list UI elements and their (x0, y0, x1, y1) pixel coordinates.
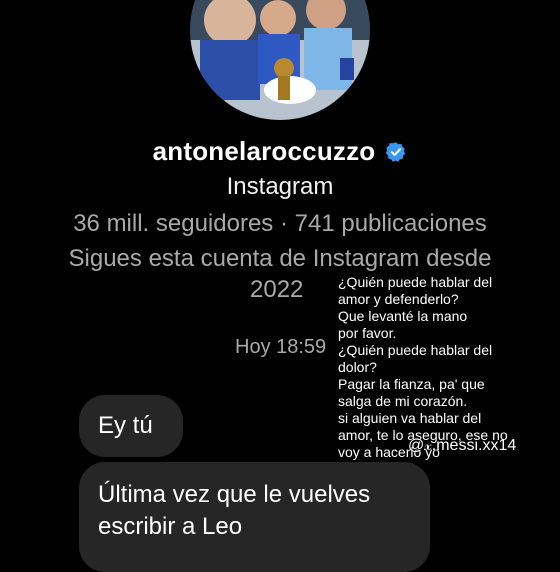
watermark: @𝓍.messi.xx14 (408, 437, 517, 454)
profile-photo (190, 0, 370, 120)
verified-badge-icon (386, 141, 406, 162)
message-timestamp: Hoy 18:59 (235, 336, 327, 358)
lyrics-overlay: ¿Quién puede hablar del amor y defenderl… (338, 274, 508, 460)
message-bubble[interactable]: Ey tú (79, 395, 183, 457)
message-text: Última vez que le vuelves escribir a Leo (98, 481, 371, 540)
follow-since-text: Sigues esta cuenta de Instagram desde (68, 245, 492, 272)
message-bubble[interactable]: Última vez que le vuelves escribir a Leo (79, 462, 430, 572)
platform-label: Instagram (226, 173, 334, 200)
profile-header: antonelaroccuzzo (0, 136, 560, 167)
profile-stats: 36 mill. seguidores · 741 publicaciones (73, 210, 487, 237)
message-text: Ey tú (98, 412, 153, 439)
profile-avatar[interactable] (190, 0, 370, 120)
username[interactable]: antonelaroccuzzo (153, 136, 376, 167)
